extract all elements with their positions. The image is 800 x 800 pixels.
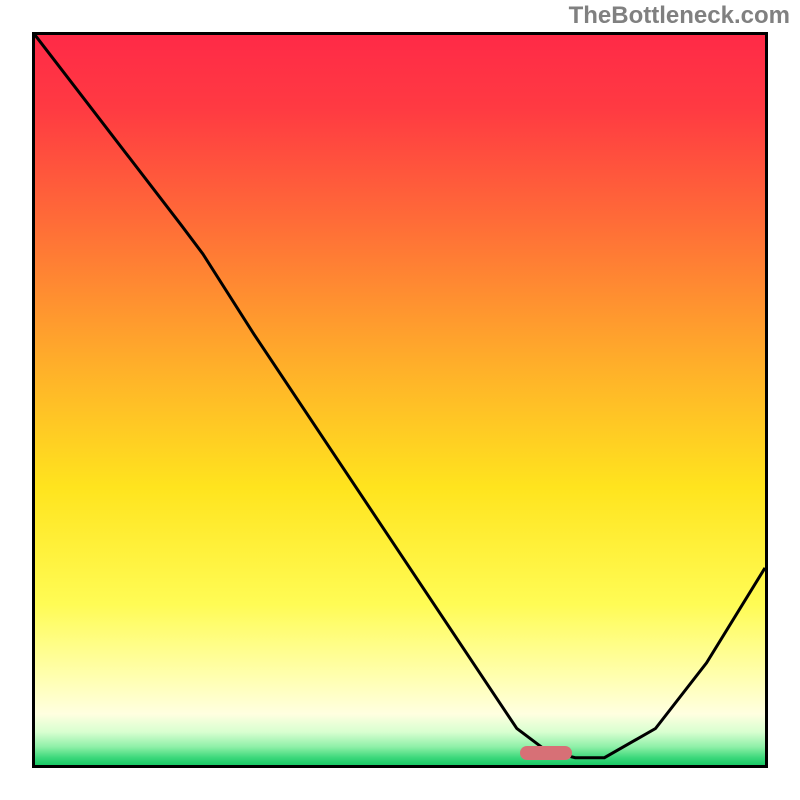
curve-svg <box>35 35 765 765</box>
watermark-text: TheBottleneck.com <box>569 2 790 30</box>
chart-container: TheBottleneck.com <box>0 0 800 800</box>
optimum-marker <box>520 746 571 760</box>
plot-area <box>32 32 768 768</box>
bottleneck-curve <box>35 35 765 758</box>
